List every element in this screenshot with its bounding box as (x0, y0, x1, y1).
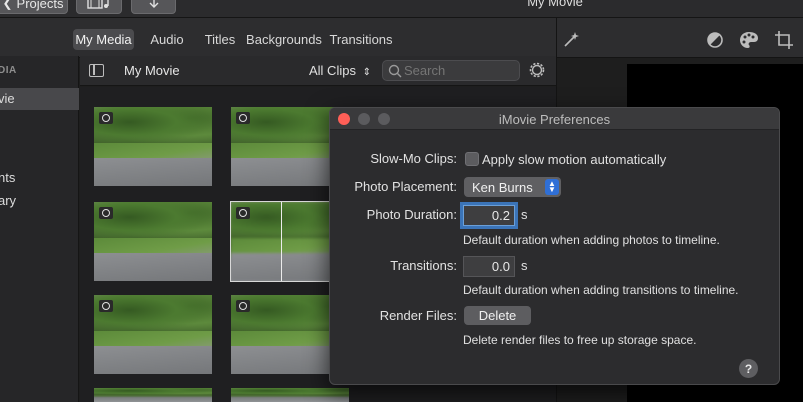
media-import-button[interactable] (76, 0, 122, 14)
camera-icon (236, 300, 250, 312)
sidebar-item-label: nts (0, 170, 16, 185)
camera-icon (99, 207, 113, 219)
tab-titles[interactable]: Titles (200, 29, 240, 50)
magic-wand-icon[interactable] (561, 30, 581, 50)
camera-icon (236, 112, 250, 124)
slowmo-label: Slow-Mo Clips: (370, 151, 457, 166)
media-thumbnail[interactable] (231, 388, 349, 402)
search-input[interactable] (404, 63, 514, 78)
browser-title: My Movie (124, 63, 180, 78)
media-thumbnail[interactable] (94, 202, 212, 281)
sidebar-item-events[interactable]: nts (0, 167, 79, 189)
transitions-duration-field[interactable] (463, 256, 515, 277)
photo-duration-unit: s (521, 207, 528, 222)
gear-icon[interactable] (527, 60, 547, 80)
sidebar-toggle-icon[interactable] (89, 64, 104, 77)
camera-icon (99, 112, 113, 124)
preferences-title: iMovie Preferences (498, 112, 611, 127)
sidebar-item-label: vie (0, 91, 15, 106)
browser-header: My Movie All Clips ⇕ (80, 56, 556, 86)
photo-duration-field[interactable] (460, 202, 518, 229)
chevron-up-down-icon: ▲ ▼ (545, 179, 559, 195)
tab-transitions[interactable]: Transitions (328, 29, 394, 50)
window-title: My Movie (527, 0, 583, 9)
render-files-hint: Delete render files to free up storage s… (463, 333, 697, 347)
clips-filter-popup[interactable]: All Clips ⇕ (309, 63, 371, 78)
search-field[interactable] (382, 60, 520, 81)
media-thumbnail[interactable] (94, 295, 212, 374)
slowmo-checkbox-label[interactable]: Apply slow motion automatically (482, 152, 666, 167)
photo-duration-label: Photo Duration: (366, 207, 457, 222)
delete-render-files-button[interactable]: Delete (464, 306, 531, 325)
transitions-unit: s (521, 258, 528, 273)
library-sidebar: DIA vie nts ary (0, 56, 79, 402)
preferences-titlebar: iMovie Preferences (330, 108, 779, 130)
photo-placement-label: Photo Placement: (354, 179, 457, 194)
tab-audio[interactable]: Audio (146, 29, 188, 50)
tab-my-media[interactable]: My Media (73, 29, 134, 50)
crop-icon[interactable] (774, 30, 794, 50)
render-files-label: Render Files: (379, 308, 457, 323)
palette-icon[interactable] (739, 30, 759, 50)
tab-backgrounds[interactable]: Backgrounds (245, 29, 323, 50)
download-button[interactable] (131, 0, 176, 14)
sidebar-header: DIA (0, 65, 17, 76)
clips-filter-label: All Clips (309, 63, 356, 78)
transitions-label: Transitions: (390, 258, 457, 273)
camera-icon (99, 300, 113, 312)
film-music-icon (87, 0, 109, 9)
camera-icon (236, 207, 250, 219)
photo-placement-value: Ken Burns (472, 179, 533, 195)
sidebar-item-movie[interactable]: vie (0, 88, 79, 110)
photo-placement-popup[interactable]: Ken Burns ▲ ▼ (464, 177, 561, 197)
top-toolbar: ❮ Projects My Movie (0, 0, 803, 18)
sidebar-item-library[interactable]: ary (0, 190, 79, 212)
chevron-left-icon: ❮ (2, 0, 13, 10)
search-icon (388, 64, 402, 77)
media-thumbnail[interactable] (94, 388, 212, 402)
photo-duration-hint: Default duration when adding photos to t… (463, 233, 720, 247)
media-tabs-bar: My Media Audio Titles Backgrounds Transi… (0, 18, 803, 58)
projects-button-label: Projects (16, 0, 64, 11)
media-thumbnail[interactable] (94, 107, 212, 186)
help-button[interactable]: ? (739, 359, 758, 378)
playhead-line (281, 202, 282, 281)
download-arrow-icon (149, 0, 158, 8)
transitions-hint: Default duration when adding transitions… (463, 283, 739, 297)
color-balance-icon[interactable] (705, 30, 725, 50)
preferences-window: iMovie Preferences Slow-Mo Clips: Apply … (329, 107, 780, 385)
slowmo-checkbox[interactable] (465, 152, 479, 166)
sidebar-item-label: ary (0, 193, 17, 208)
chevron-up-down-icon: ⇕ (362, 67, 371, 78)
projects-button[interactable]: ❮ Projects (0, 0, 68, 14)
